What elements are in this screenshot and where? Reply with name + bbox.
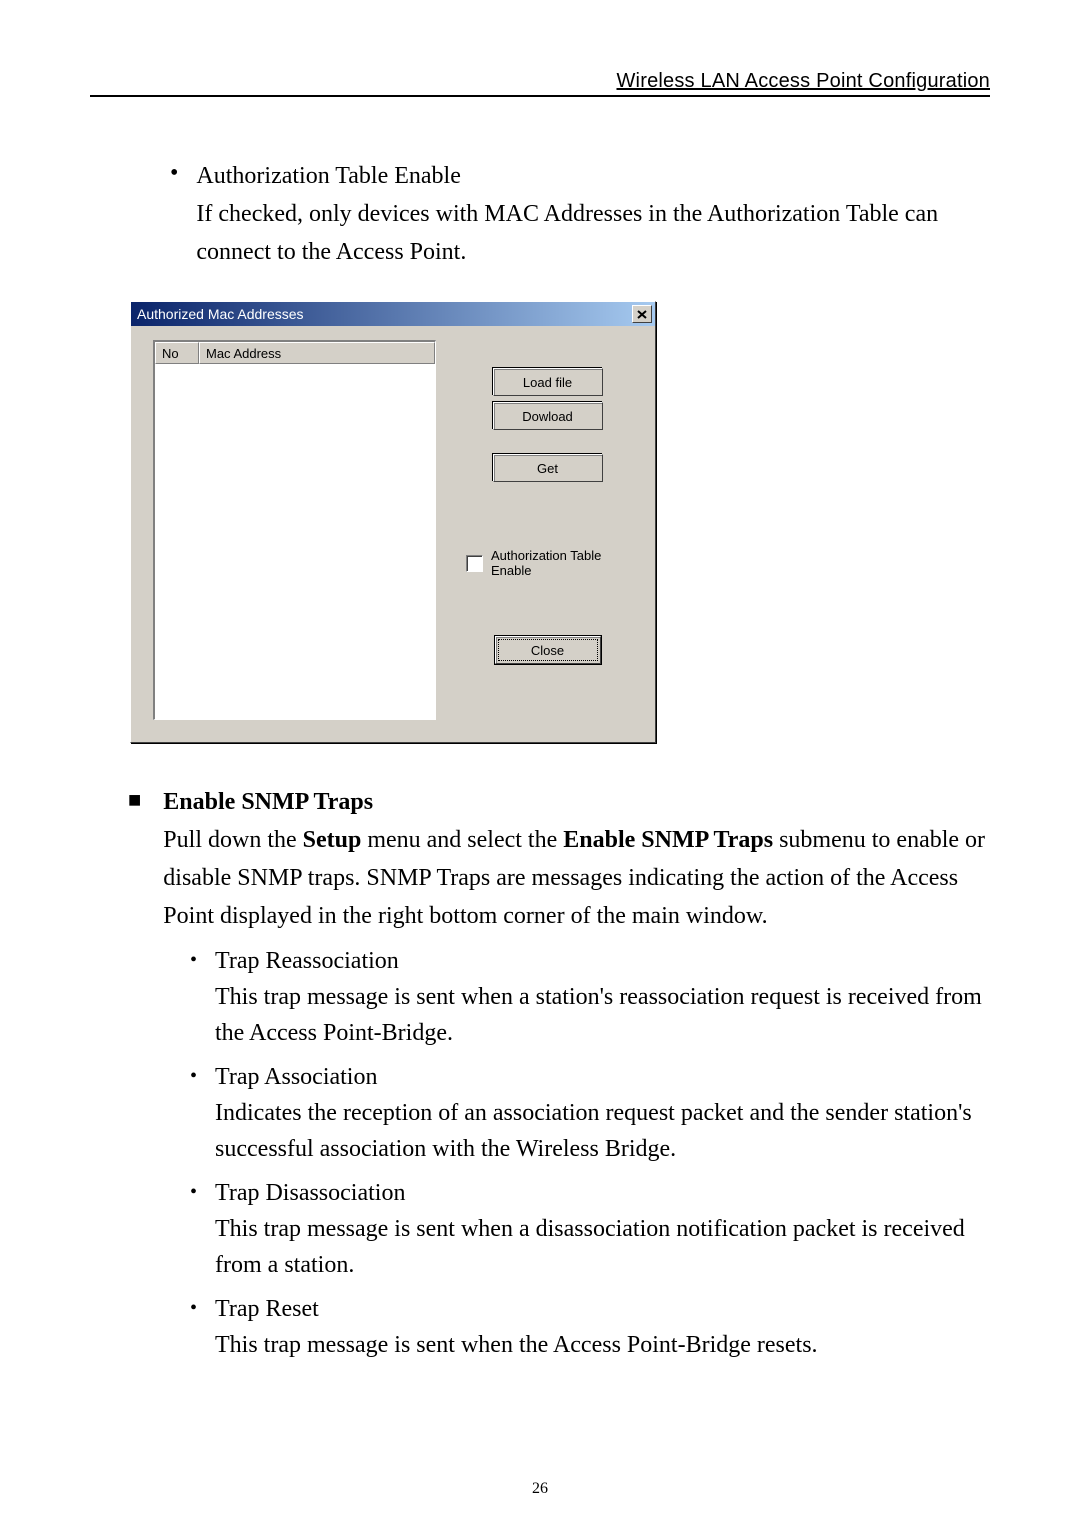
auth-table-enable-label: Authorization Table Enable [491, 548, 601, 578]
auth-table-bullet: • Authorization Table Enable If checked,… [170, 157, 990, 271]
list-item: • Trap Association Indicates the recepti… [190, 1059, 990, 1167]
page-number: 26 [0, 1480, 1080, 1498]
dialog-title: Authorized Mac Addresses [137, 306, 632, 322]
mac-address-listview[interactable]: No Mac Address [153, 340, 436, 720]
snmp-section-body: Pull down the Setup menu and select the … [163, 821, 990, 935]
trap-body: This trap message is sent when a disasso… [215, 1216, 965, 1278]
dialog-titlebar: Authorized Mac Addresses [131, 302, 655, 326]
list-item: • Trap Disassociation This trap message … [190, 1175, 990, 1283]
dialog-screenshot: Authorized Mac Addresses No Mac Address … [130, 301, 990, 743]
header-title: Wireless LAN Access Point Configuration [616, 70, 990, 92]
trap-title: Trap Reassociation [215, 948, 399, 974]
list-item: • Trap Reset This trap message is sent w… [190, 1291, 990, 1363]
trap-title: Trap Association [215, 1064, 377, 1090]
snmp-section-title: Enable SNMP Traps [163, 783, 990, 821]
square-bullet-icon: ■ [128, 783, 141, 817]
bullet-icon: • [190, 1059, 197, 1093]
page-header: Wireless LAN Access Point Configuration [90, 70, 990, 97]
bullet-icon: • [190, 1291, 197, 1325]
trap-body: Indicates the reception of an associatio… [215, 1100, 972, 1162]
close-icon[interactable] [632, 305, 652, 323]
trap-list: • Trap Reassociation This trap message i… [190, 943, 990, 1363]
authorized-mac-dialog: Authorized Mac Addresses No Mac Address … [130, 301, 656, 743]
download-button[interactable]: Dowload [493, 402, 603, 430]
list-item: • Trap Reassociation This trap message i… [190, 943, 990, 1051]
bullet-icon: • [190, 943, 197, 977]
close-button[interactable]: Close [495, 636, 601, 664]
trap-title: Trap Disassociation [215, 1180, 405, 1206]
column-header-no[interactable]: No [155, 342, 199, 364]
load-file-button[interactable]: Load file [493, 368, 603, 396]
auth-bullet-title: Authorization Table Enable [196, 157, 990, 195]
auth-bullet-body: If checked, only devices with MAC Addres… [196, 195, 990, 271]
trap-title: Trap Reset [215, 1296, 319, 1322]
column-header-mac[interactable]: Mac Address [199, 342, 435, 364]
trap-body: This trap message is sent when the Acces… [215, 1332, 818, 1358]
snmp-section: ■ Enable SNMP Traps Pull down the Setup … [128, 783, 990, 935]
bullet-icon: • [170, 157, 178, 189]
trap-body: This trap message is sent when a station… [215, 984, 982, 1046]
get-button[interactable]: Get [493, 454, 603, 482]
auth-table-enable-checkbox[interactable] [466, 555, 483, 572]
bullet-icon: • [190, 1175, 197, 1209]
